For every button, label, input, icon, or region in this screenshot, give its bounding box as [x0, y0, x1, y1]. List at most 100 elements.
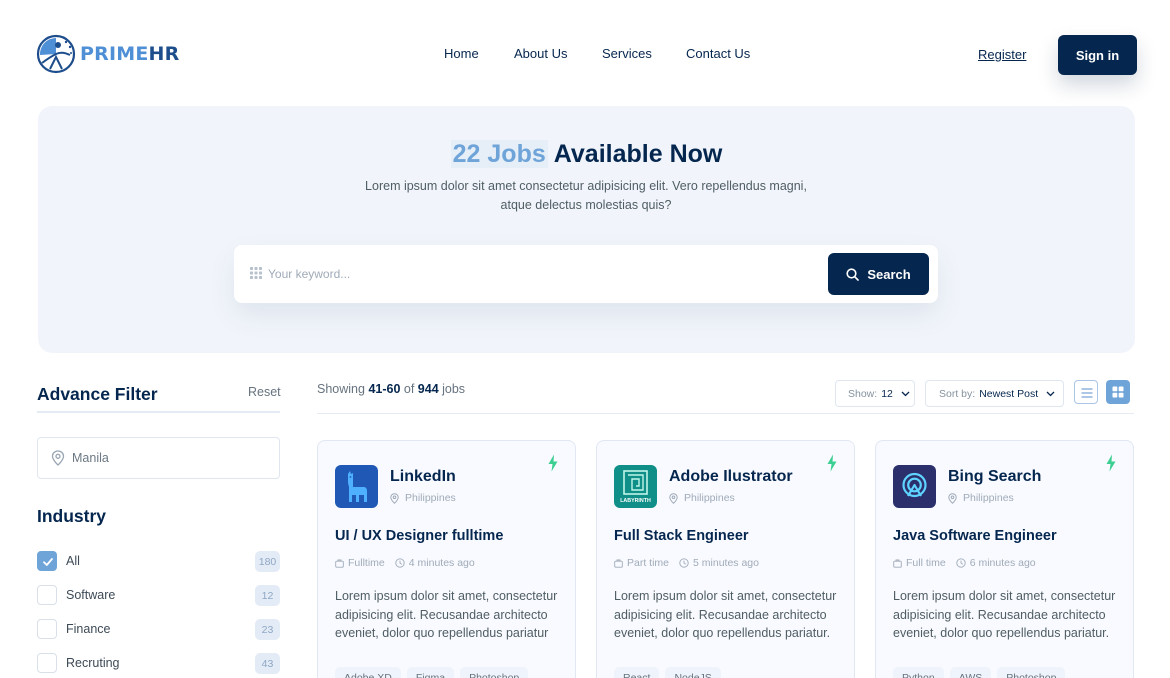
job-description: Lorem ipsum dolor sit amet, consectetur …: [614, 589, 837, 640]
skill-tag[interactable]: Photoshop: [997, 667, 1066, 678]
search-button[interactable]: Search: [828, 253, 929, 295]
grid-icon: [1112, 386, 1124, 398]
skill-tag[interactable]: Figma: [406, 667, 455, 678]
location-pin-icon: [51, 450, 65, 466]
checkbox[interactable]: [37, 619, 57, 639]
company-location: Philippines: [948, 492, 1014, 504]
skill-tag[interactable]: Photoshop: [460, 667, 529, 678]
search-icon: [846, 267, 860, 281]
checkbox[interactable]: [37, 585, 57, 605]
chevron-down-icon: [1046, 391, 1055, 396]
keyword-search-input[interactable]: [268, 263, 808, 285]
company-name: LinkedIn: [390, 468, 456, 485]
company-location: Philippines: [669, 492, 735, 504]
search-button-label: Search: [867, 266, 911, 282]
nav-item-about-us[interactable]: About Us: [514, 46, 567, 61]
location-pin-icon: [390, 492, 399, 504]
industry-label: Software: [66, 588, 116, 602]
clock-icon: [395, 558, 405, 568]
briefcase-icon: [893, 559, 902, 568]
show-label: Show:: [848, 387, 878, 400]
job-meta: Full time 6 minutes ago: [893, 557, 1036, 569]
location-pin-icon: [669, 492, 678, 504]
job-meta: Part time 5 minutes ago: [614, 557, 759, 569]
industry-label: Finance: [66, 622, 111, 636]
hero-description: Lorem ipsum dolor sit amet consectetur a…: [365, 179, 807, 212]
labyrinth-icon: LABYRINTH: [620, 470, 651, 504]
job-title[interactable]: UI / UX Designer fulltime: [335, 528, 503, 544]
grid-dots-icon: [250, 267, 262, 279]
job-description: Lorem ipsum dolor sit amet, consectetur …: [893, 589, 1116, 640]
results-count: Showing 41-60 of 944 jobs: [317, 382, 466, 396]
industry-count-badge: 12: [255, 585, 280, 606]
show-value: 12: [881, 387, 893, 400]
filter-divider: [37, 411, 280, 413]
show-per-page-select[interactable]: Show: 12: [835, 380, 915, 407]
nav-item-contact-us[interactable]: Contact Us: [686, 46, 750, 61]
industry-title: Industry: [37, 506, 107, 526]
search-bar: Search: [234, 245, 938, 303]
job-title[interactable]: Full Stack Engineer: [614, 528, 749, 544]
sort-value: Newest Post: [979, 387, 1039, 400]
job-card-linkedin[interactable]: LinkedIn Philippines UI / UX Designer fu…: [317, 440, 576, 678]
register-link[interactable]: Register: [978, 47, 1026, 62]
hero-banner: 22 Jobs Available Now Lorem ipsum dolor …: [38, 106, 1135, 353]
clock-icon: [679, 558, 689, 568]
job-tags: Python AWS Photoshop: [893, 667, 1066, 678]
job-meta: Fulltime 4 minutes ago: [335, 557, 475, 569]
list-view-toggle[interactable]: [1074, 380, 1098, 404]
company-location: Philippines: [390, 492, 456, 504]
check-icon: [43, 558, 53, 566]
industry-count-badge: 180: [255, 551, 280, 572]
chevron-down-icon: [901, 391, 910, 396]
nav-item-services[interactable]: Services: [602, 46, 652, 61]
briefcase-icon: [335, 559, 344, 568]
sort-by-select[interactable]: Sort by: Newest Post: [925, 380, 1064, 407]
logo-emblem-icon: [36, 34, 76, 74]
grid-view-toggle[interactable]: [1106, 380, 1130, 404]
company-logo: LABYRINTH: [614, 465, 657, 508]
hero-title-rest: Available Now: [547, 140, 723, 168]
signal-pin-icon: [902, 472, 927, 498]
skill-tag[interactable]: AWS: [949, 667, 992, 678]
job-card-bing-search[interactable]: Bing Search Philippines Java Software En…: [875, 440, 1134, 678]
brand-name: PRIMEHR: [80, 43, 180, 65]
skill-tag[interactable]: React: [614, 667, 660, 678]
company-logo: [893, 465, 936, 508]
checkbox-checked[interactable]: [37, 551, 57, 571]
nav-item-home[interactable]: Home: [444, 46, 479, 61]
hero-title: 22 Jobs Available Now: [38, 140, 1135, 169]
location-pin-icon: [948, 492, 957, 504]
company-logo: [335, 465, 378, 508]
sort-label: Sort by:: [939, 387, 976, 400]
industry-label: Recruting: [66, 656, 120, 670]
job-title[interactable]: Java Software Engineer: [893, 528, 1057, 544]
company-name: Bing Search: [948, 468, 1042, 485]
job-tags: Adobe XD Figma Photoshop: [335, 667, 529, 678]
skill-tag[interactable]: Adobe XD: [335, 667, 401, 678]
lightning-icon: [827, 454, 837, 472]
reset-filter-link[interactable]: Reset: [248, 385, 281, 399]
filter-title: Advance Filter: [37, 384, 158, 404]
company-name: Adobe Ilustrator: [669, 468, 793, 485]
clock-icon: [956, 558, 966, 568]
industry-option-software[interactable]: Software 12: [37, 585, 280, 607]
job-card-adobe-ilustrator[interactable]: LABYRINTH Adobe Ilustrator Philippines F…: [596, 440, 855, 678]
location-field[interactable]: Manila: [37, 437, 280, 479]
industry-count-badge: 43: [255, 653, 280, 674]
location-value: Manila: [72, 451, 109, 465]
lightning-icon: [1106, 454, 1116, 472]
industry-option-recruting[interactable]: Recruting 43: [37, 653, 280, 675]
job-tags: React NodeJS: [614, 667, 721, 678]
industry-option-finance[interactable]: Finance 23: [37, 619, 280, 641]
jobs-count-highlight: 22 Jobs: [450, 140, 548, 168]
briefcase-icon: [614, 559, 623, 568]
skill-tag[interactable]: Python: [893, 667, 944, 678]
signin-button[interactable]: Sign in: [1058, 35, 1137, 75]
skill-tag[interactable]: NodeJS: [665, 667, 721, 678]
brand-logo[interactable]: PRIMEHR: [36, 33, 179, 75]
industry-option-all[interactable]: All 180: [37, 551, 280, 573]
checkbox[interactable]: [37, 653, 57, 673]
lightning-icon: [548, 454, 558, 472]
llama-icon: [348, 471, 367, 502]
